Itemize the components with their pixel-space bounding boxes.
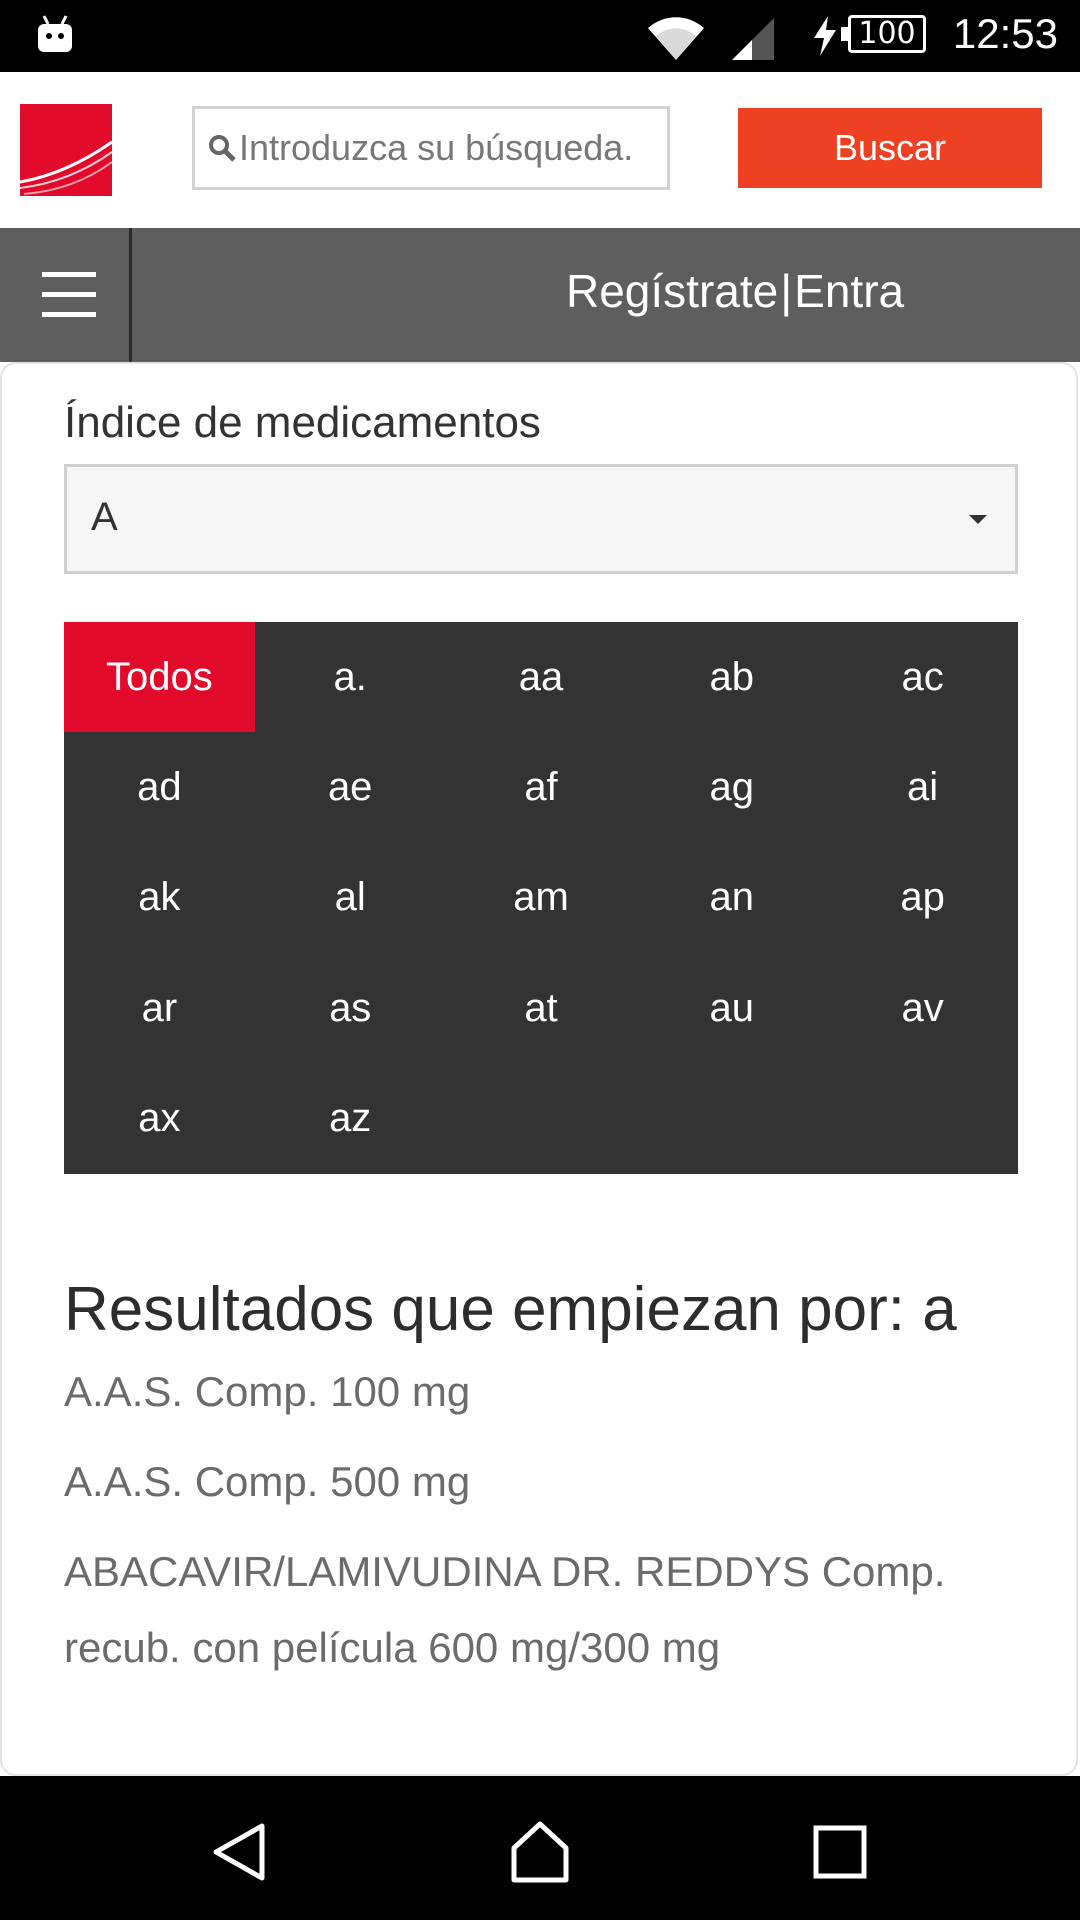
letter-filter-ar[interactable]: ar	[64, 953, 255, 1063]
letter-filter-au[interactable]: au	[636, 953, 827, 1063]
android-notification-icon	[38, 15, 72, 52]
letter-filter-ae[interactable]: ae	[255, 732, 446, 842]
wifi-icon	[648, 17, 704, 60]
battery-nub	[841, 27, 848, 41]
letter-filter-ap[interactable]: ap	[827, 843, 1018, 953]
result-item[interactable]: A.A.S. Comp. 100 mg	[64, 1354, 964, 1430]
result-item[interactable]: A.A.S. Comp. 500 mg	[64, 1444, 964, 1520]
cell-signal-icon	[732, 18, 774, 60]
results-title: Resultados que empiezan por: a	[64, 1275, 957, 1344]
letter-filter-aa[interactable]: aa	[446, 622, 637, 732]
menu-icon	[42, 272, 96, 277]
search-box	[192, 106, 670, 190]
letter-select-value: A	[91, 495, 118, 539]
letter-filter-an[interactable]: an	[636, 843, 827, 953]
letter-filter-az[interactable]: az	[255, 1064, 446, 1174]
menu-icon-line	[42, 312, 96, 317]
clock: 12:53	[952, 10, 1058, 57]
menu-button[interactable]	[0, 228, 132, 362]
site-logo[interactable]	[20, 104, 112, 196]
letter-filter-adot[interactable]: a.	[255, 622, 446, 732]
letter-filter-ax[interactable]: ax	[64, 1064, 255, 1174]
letter-filter-at[interactable]: at	[446, 953, 637, 1063]
letter-filter-ag[interactable]: ag	[636, 732, 827, 842]
letter-select[interactable]: A	[64, 464, 1018, 574]
letter-filter-ad[interactable]: ad	[64, 732, 255, 842]
home-icon[interactable]	[508, 1820, 572, 1884]
letter-filter-Todos[interactable]: Todos	[64, 622, 255, 733]
letter-filter-as[interactable]: as	[255, 953, 446, 1063]
recents-icon[interactable]	[808, 1820, 872, 1884]
back-icon[interactable]	[208, 1820, 272, 1884]
register-link[interactable]: Regístrate	[566, 265, 778, 317]
site-header: Buscar	[0, 72, 1080, 228]
login-link[interactable]: Entra	[794, 265, 904, 317]
section-title: Índice de medicamentos	[64, 398, 541, 447]
letter-filter-al[interactable]: al	[255, 843, 446, 953]
auth-separator: |	[780, 265, 793, 317]
letter-filter-ac[interactable]: ac	[827, 622, 1018, 732]
status-bar: 100 12:53	[0, 0, 1080, 72]
battery-level: 100	[848, 15, 926, 53]
search-button[interactable]: Buscar	[738, 108, 1042, 188]
auth-links: Regístrate|Entra	[566, 264, 904, 318]
letter-filter-af[interactable]: af	[446, 732, 637, 842]
letter-filter-ab[interactable]: ab	[636, 622, 827, 732]
system-nav-bar	[0, 1776, 1080, 1920]
charging-icon	[814, 16, 836, 56]
letter-grid: Todos a. aa ab ac ad ae af ag ai ak al am an ap ar as at a…	[64, 622, 1018, 1174]
search-icon	[209, 135, 236, 162]
nav-bar: Regístrate|Entra	[0, 228, 1080, 362]
result-item[interactable]: ABACAVIR/LAMIVUDINA DR. REDDYS Comp. rec…	[64, 1534, 964, 1686]
letter-filter-ai[interactable]: ai	[827, 732, 1018, 842]
letter-filter-av[interactable]: av	[827, 953, 1018, 1063]
letter-filter-ak[interactable]: ak	[64, 843, 255, 953]
search-input[interactable]	[237, 127, 659, 169]
letter-filter-am[interactable]: am	[446, 843, 637, 953]
menu-icon-line	[42, 292, 96, 297]
chevron-down-icon	[969, 515, 987, 524]
content-card: Índice de medicamentos A Todos a. aa ab ac ad…	[0, 362, 1078, 1776]
